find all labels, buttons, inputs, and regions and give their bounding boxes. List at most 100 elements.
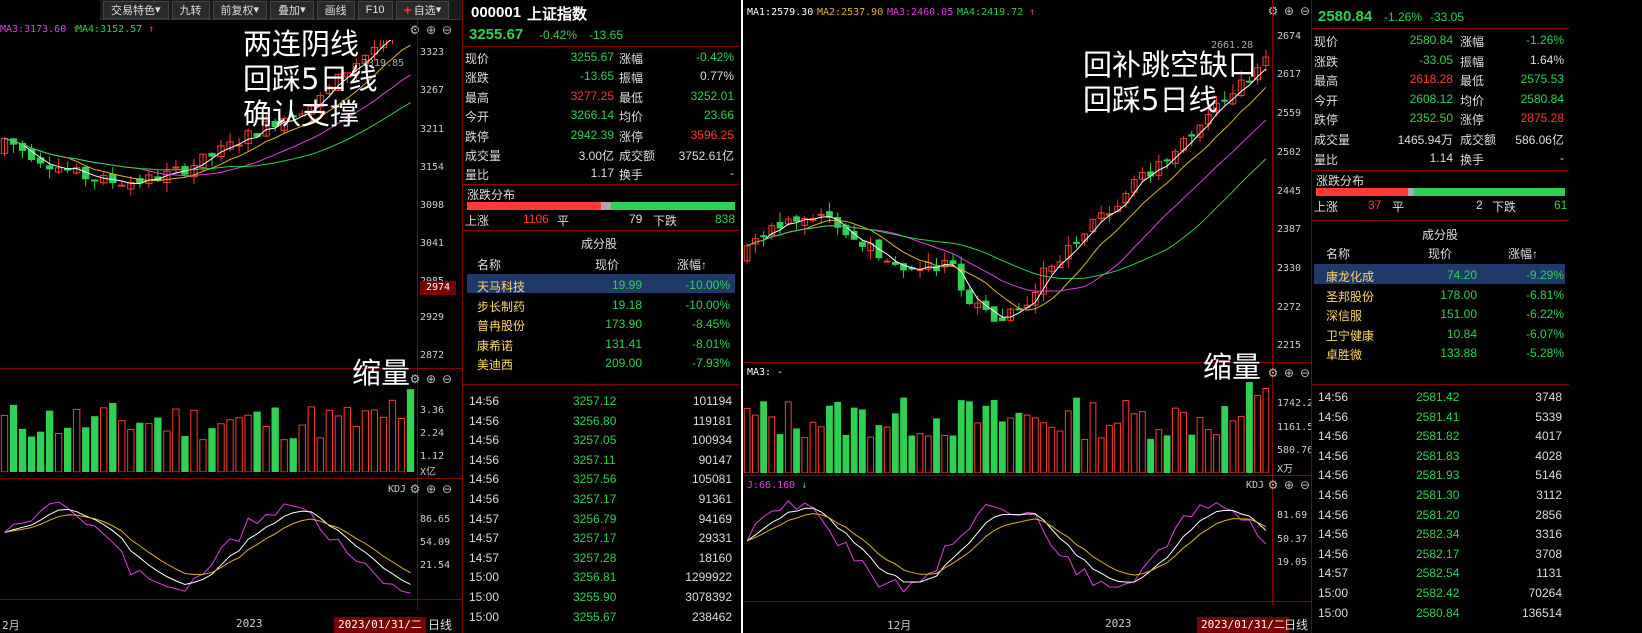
stat-value: 1.64% <box>1529 52 1564 67</box>
tick-volume: 5146 <box>1535 468 1562 483</box>
volume-bar <box>154 417 162 472</box>
volume-bar <box>924 435 932 473</box>
tick-time: 14:57 <box>1318 566 1349 581</box>
col-name[interactable]: 名称 <box>477 256 501 273</box>
col-price[interactable]: 现价 <box>1428 245 1452 262</box>
tick-volume: 238462 <box>691 609 732 624</box>
volume-bar <box>1081 438 1089 473</box>
volume-bar <box>217 423 225 472</box>
tick-time: 14:56 <box>1318 488 1349 502</box>
volume-bar <box>1188 434 1196 473</box>
volume-bar <box>1089 402 1097 473</box>
component-name[interactable]: 步长制药 <box>477 298 525 315</box>
toolbar-trading-features[interactable]: 交易特色 ▾ <box>103 0 169 19</box>
volume-bar <box>743 408 751 473</box>
zoom-out-icon[interactable]: ⊖ <box>440 23 454 37</box>
candle-body <box>883 260 891 263</box>
settings-icon[interactable]: ⚙ <box>1266 478 1280 492</box>
right-kdj-chart <box>746 500 1267 592</box>
ma-line <box>746 86 1267 311</box>
zoom-out-icon[interactable]: ⊖ <box>440 482 454 496</box>
right-chart-panel: MA1:2579.30 MA2:2537.90 MA3:2460.05 MA4:… <box>741 0 1311 633</box>
volume-bar <box>784 401 792 473</box>
axis-tick: 3098 <box>420 200 445 211</box>
zoom-in-icon[interactable]: ⊕ <box>424 482 438 496</box>
col-name[interactable]: 名称 <box>1326 245 1350 262</box>
volume-bar <box>100 407 108 472</box>
toolbar-adjust[interactable]: 前复权 ▾ <box>212 0 268 19</box>
stock-change-pct: -1.26% <box>1384 10 1423 24</box>
component-name[interactable]: 卫宁健康 <box>1326 327 1374 344</box>
zoom-in-icon[interactable]: ⊕ <box>1282 366 1296 380</box>
stat-value: 3255.67 <box>570 50 614 64</box>
zoom-out-icon[interactable]: ⊖ <box>1298 4 1311 18</box>
volume-bar <box>325 409 333 472</box>
axis-tick: 3041 <box>420 238 445 249</box>
volume-bar <box>859 409 866 473</box>
col-change[interactable]: 涨幅↑ <box>677 256 707 273</box>
zoom-out-icon[interactable]: ⊖ <box>1298 478 1311 492</box>
axis-tick: 19.05 <box>1277 557 1308 568</box>
col-price[interactable]: 现价 <box>595 256 619 273</box>
tick-volume: 136514 <box>1521 605 1562 620</box>
volume-bar <box>379 416 388 472</box>
volume-bar <box>0 414 9 472</box>
toolbar-nine-turn[interactable]: 九转 <box>171 0 210 19</box>
stat-value: 2875.28 <box>1520 111 1564 126</box>
axis-tick: 2872 <box>420 350 445 361</box>
distribution-title: 涨跌分布 <box>467 188 516 202</box>
component-name[interactable]: 深信服 <box>1326 307 1362 324</box>
component-change: -6.81% <box>1525 287 1564 302</box>
tick-volume: 5339 <box>1535 409 1562 424</box>
stat-label: 振幅 <box>1460 54 1485 69</box>
candle-body <box>760 235 767 238</box>
candle-body <box>999 317 1006 322</box>
col-change[interactable]: 涨幅↑ <box>1508 245 1538 262</box>
component-name[interactable]: 圣邦股份 <box>1326 288 1374 305</box>
distribution-bar-down <box>611 202 735 210</box>
volume-bar <box>208 428 216 472</box>
period-label[interactable]: 日线 <box>1284 617 1308 633</box>
component-name[interactable]: 美迪西 <box>477 356 513 373</box>
volume-bar <box>817 426 825 473</box>
zoom-in-icon[interactable]: ⊕ <box>1282 4 1296 18</box>
toolbar-label: 叠加 <box>278 4 301 17</box>
tick-volume: 3748 <box>1535 390 1562 404</box>
zoom-out-icon[interactable]: ⊖ <box>1298 366 1311 380</box>
tick-price: 2581.42 <box>1416 390 1460 404</box>
volume-bar <box>36 431 45 472</box>
tick-volume: 119181 <box>692 413 732 428</box>
component-name[interactable]: 康龙化成 <box>1326 268 1374 285</box>
axis-tick: 2445 <box>1277 186 1302 197</box>
volume-bar <box>1221 406 1229 473</box>
volume-bar <box>768 416 776 473</box>
component-name[interactable]: 天马科技 <box>477 278 525 295</box>
toolbar-watchlist[interactable]: + 自选 ▾ <box>395 0 450 19</box>
tick-time: 14:56 <box>1318 448 1349 463</box>
stat-value: 1.14 <box>1429 150 1453 165</box>
tick-time: 14:57 <box>469 511 500 526</box>
volume-bar <box>45 410 54 472</box>
volume-bar <box>966 401 973 473</box>
toolbar-overlay[interactable]: 叠加 ▾ <box>270 0 314 19</box>
down-count: 838 <box>715 212 736 226</box>
component-name[interactable]: 普冉股份 <box>477 317 525 334</box>
tick-price: 3257.12 <box>573 394 617 408</box>
distribution-bar-down <box>1414 188 1565 196</box>
axis-tick: 86.65 <box>420 514 451 525</box>
up-label: 上涨 <box>1314 200 1339 214</box>
component-name[interactable]: 卓胜微 <box>1326 346 1362 363</box>
zoom-in-icon[interactable]: ⊕ <box>1282 478 1296 492</box>
component-name[interactable]: 康希诺 <box>477 337 513 354</box>
zoom-in-icon[interactable]: ⊕ <box>424 372 438 386</box>
settings-icon[interactable]: ⚙ <box>1266 4 1280 18</box>
zoom-out-icon[interactable]: ⊖ <box>440 372 454 386</box>
zoom-in-icon[interactable]: ⊕ <box>424 23 438 37</box>
toolbar-f10[interactable]: F10 <box>357 0 393 19</box>
down-count: 61 <box>1554 198 1568 212</box>
toolbar-draw[interactable]: 画线 <box>316 0 355 19</box>
volume-ma-label: MA3: - <box>747 367 784 378</box>
stat-value: 2352.50 <box>1409 111 1453 126</box>
settings-icon[interactable]: ⚙ <box>408 23 422 37</box>
period-label[interactable]: 日线 <box>428 617 452 633</box>
